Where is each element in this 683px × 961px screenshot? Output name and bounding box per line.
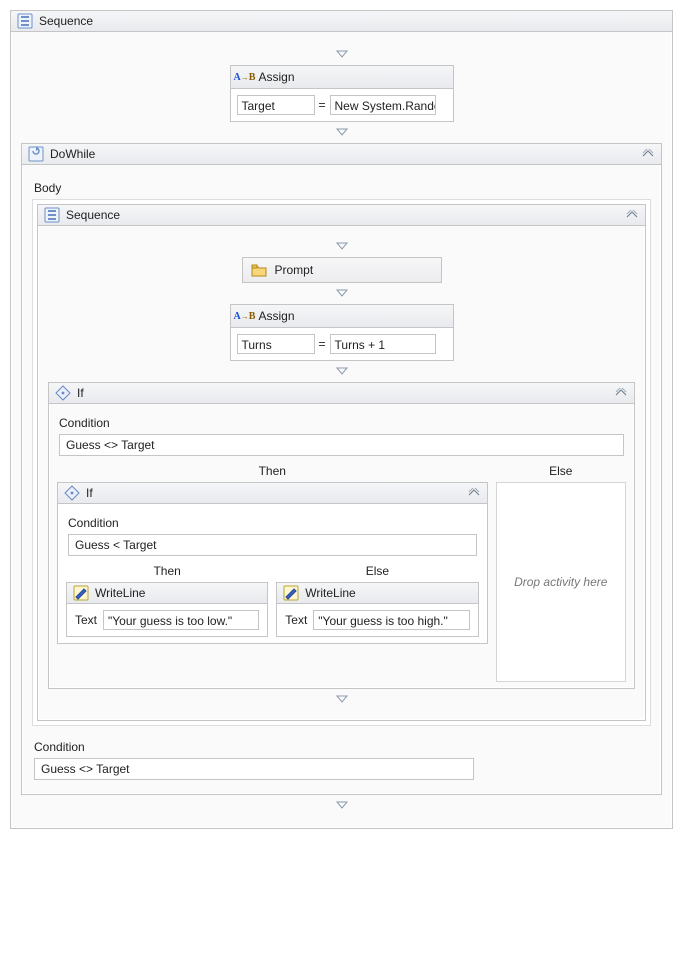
drop-connector[interactable] (48, 236, 635, 257)
drop-connector[interactable] (21, 795, 662, 816)
then-label: Then (57, 460, 488, 482)
drop-connector[interactable] (21, 44, 662, 65)
dowhile-title: DoWhile (50, 147, 95, 161)
inner-sequence-title: Sequence (66, 208, 120, 222)
drop-connector[interactable] (48, 283, 635, 304)
outer-sequence-header[interactable]: Sequence (11, 11, 672, 32)
assign-1-title: Assign (259, 70, 295, 84)
prompt-label: Prompt (275, 263, 314, 277)
else-label: Else (496, 460, 626, 482)
inner-sequence-header[interactable]: Sequence (38, 205, 645, 226)
dowhile-header[interactable]: DoWhile (22, 144, 661, 165)
chevron-down-icon (335, 289, 349, 298)
assign-icon: A→B (237, 308, 253, 324)
if-outer-header[interactable]: If (49, 383, 634, 404)
chevron-down-icon (335, 695, 349, 704)
assign-2-value-input[interactable]: Turns + 1 (330, 334, 436, 354)
assign-2-title: Assign (259, 309, 295, 323)
if-activity-inner[interactable]: If Condition Guess < Target (57, 482, 488, 644)
collapse-button[interactable] (625, 208, 639, 222)
writeline-icon (283, 585, 299, 601)
chevron-down-icon (335, 242, 349, 251)
sequence-icon (44, 207, 60, 223)
sequence-icon (17, 13, 33, 29)
if-icon (55, 385, 71, 401)
chevron-down-icon (335, 367, 349, 376)
else-label: Else (276, 560, 478, 582)
else-drop-zone[interactable]: Drop activity here (496, 482, 626, 682)
drop-connector[interactable] (48, 361, 635, 382)
writeline-low-text-input[interactable]: "Your guess is too low." (103, 610, 259, 630)
writeline-icon (73, 585, 89, 601)
assign-2-target-input[interactable]: Turns (237, 334, 315, 354)
assign-1-value-input[interactable]: New System.Randc (330, 95, 436, 115)
collapse-button[interactable] (614, 386, 628, 400)
chevron-down-icon (335, 801, 349, 810)
writeline-high-text-input[interactable]: "Your guess is too high." (313, 610, 469, 630)
if-inner-title: If (86, 486, 93, 500)
assign-1-header[interactable]: A→B Assign (231, 66, 453, 89)
if-outer-condition-input[interactable]: Guess <> Target (59, 434, 624, 456)
inner-sequence[interactable]: Sequence Prompt (37, 204, 646, 721)
collapse-button[interactable] (641, 147, 655, 161)
collapse-button[interactable] (467, 486, 481, 500)
writeline-low[interactable]: WriteLine Text "Your guess is too low." (66, 582, 268, 637)
outer-sequence[interactable]: Sequence A→B Assign Target = New System.… (10, 10, 673, 829)
if-icon (64, 485, 80, 501)
dowhile-condition-label: Condition (32, 734, 651, 758)
writeline-low-title: WriteLine (95, 586, 145, 600)
if-inner-condition-input[interactable]: Guess < Target (68, 534, 477, 556)
if-inner-condition-label: Condition (66, 510, 479, 534)
assign-icon: A→B (237, 69, 253, 85)
then-label: Then (66, 560, 268, 582)
assign-activity-2[interactable]: A→B Assign Turns = Turns + 1 (230, 304, 454, 361)
if-inner-header[interactable]: If (58, 483, 487, 504)
writeline-high-header[interactable]: WriteLine (277, 583, 477, 604)
chevron-down-icon (335, 50, 349, 59)
drop-connector[interactable] (48, 689, 635, 710)
outer-sequence-title: Sequence (39, 14, 93, 28)
dowhile-activity[interactable]: DoWhile Body Sequence (21, 143, 662, 795)
equals-label: = (319, 98, 326, 112)
writeline-low-header[interactable]: WriteLine (67, 583, 267, 604)
text-label: Text (285, 613, 307, 627)
if-activity-outer[interactable]: If Condition Guess <> Target Then (48, 382, 635, 689)
prompt-activity[interactable]: Prompt (242, 257, 442, 283)
chevron-down-icon (335, 128, 349, 137)
if-outer-title: If (77, 386, 84, 400)
if-outer-condition-label: Condition (57, 410, 626, 434)
writeline-high-title: WriteLine (305, 586, 355, 600)
assign-activity-1[interactable]: A→B Assign Target = New System.Randc (230, 65, 454, 122)
assign-2-header[interactable]: A→B Assign (231, 305, 453, 328)
writeline-high[interactable]: WriteLine Text "Your guess is too high." (276, 582, 478, 637)
equals-label: = (319, 337, 326, 351)
loop-icon (28, 146, 44, 162)
dowhile-condition-input[interactable]: Guess <> Target (34, 758, 474, 780)
assign-1-target-input[interactable]: Target (237, 95, 315, 115)
folder-icon (251, 262, 267, 278)
dowhile-body-label: Body (32, 175, 651, 199)
text-label: Text (75, 613, 97, 627)
drop-connector[interactable] (21, 122, 662, 143)
